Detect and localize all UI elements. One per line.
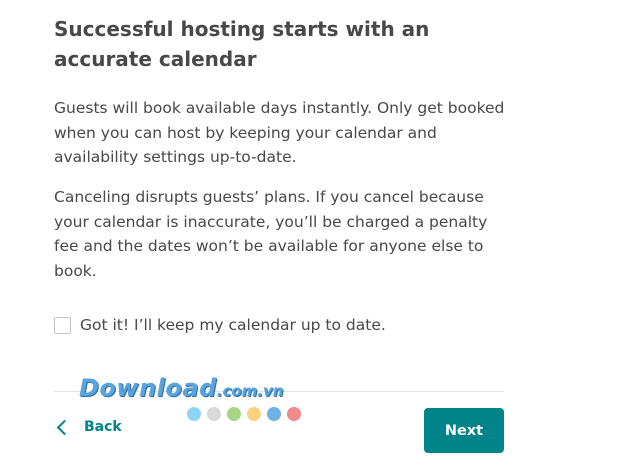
- watermark-main-text: Download: [79, 374, 217, 402]
- acknowledge-checkbox[interactable]: [54, 316, 71, 334]
- watermark-dot: [247, 407, 261, 421]
- chevron-left-icon: [56, 419, 73, 435]
- watermark-dot: [287, 407, 301, 421]
- cancellation-paragraph: Canceling disrupts guests’ plans. If you…: [54, 188, 488, 280]
- watermark-dot: [187, 407, 201, 421]
- watermark-dots: [187, 407, 301, 421]
- back-button[interactable]: Back: [56, 419, 122, 435]
- page-title: Successful hosting starts with an accura…: [54, 17, 430, 71]
- watermark-suffix-text: .com.vn: [216, 382, 284, 400]
- next-button[interactable]: Next: [424, 408, 504, 453]
- watermark-dot: [267, 407, 281, 421]
- watermark-dot: [227, 407, 241, 421]
- watermark-dot: [207, 407, 221, 421]
- calendar-intro-page: Successful hosting starts with an accura…: [0, 0, 640, 461]
- back-button-label: Back: [84, 419, 122, 435]
- instant-book-paragraph: Guests will book available days instantl…: [54, 99, 505, 166]
- download-watermark-logo: Download.com.vn: [79, 374, 283, 402]
- acknowledge-checkbox-row[interactable]: Got it! I’ll keep my calendar up to date…: [54, 313, 386, 337]
- acknowledge-checkbox-label[interactable]: Got it! I’ll keep my calendar up to date…: [80, 316, 386, 334]
